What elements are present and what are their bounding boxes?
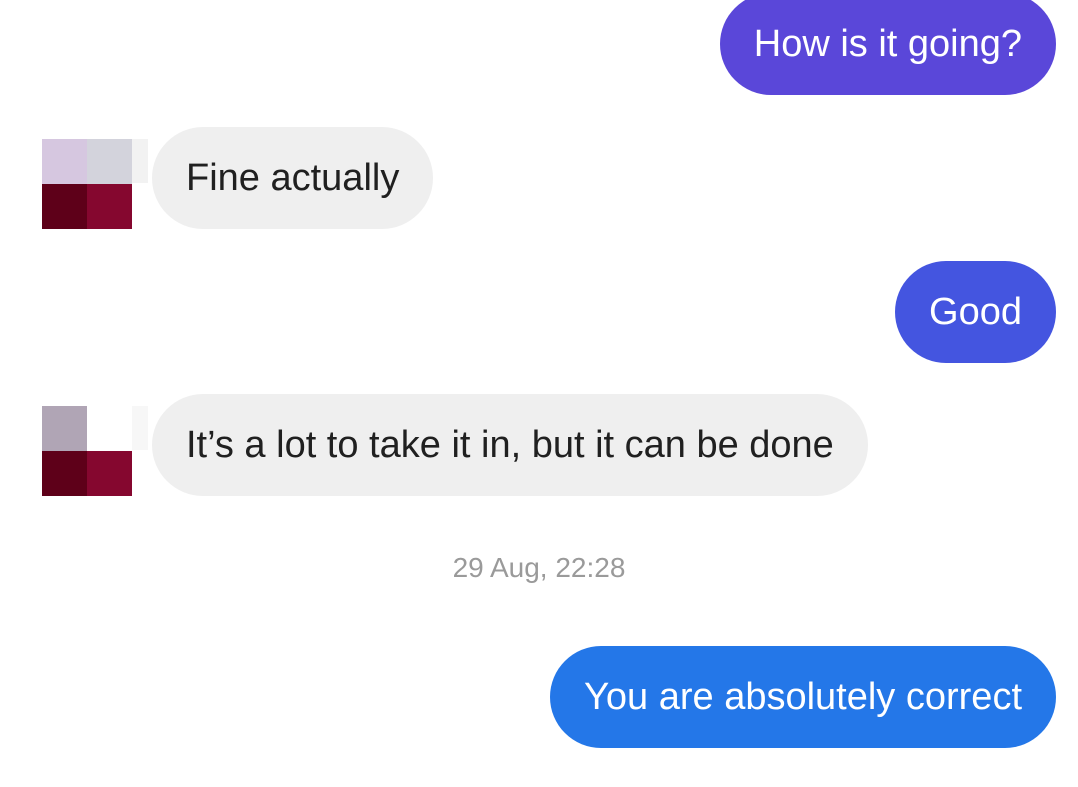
message-text: How is it going? [753,22,1022,65]
message-text: Good [929,290,1022,333]
avatar-edge [132,406,148,450]
message-bubble-outgoing[interactable]: How is it going? [719,0,1056,95]
message-bubble-outgoing[interactable]: Good [895,261,1056,363]
avatar-edge [132,139,148,183]
message-text: It’s a lot to take it in, but it can be … [186,423,834,466]
contact-avatar[interactable] [42,406,132,496]
message-text: Fine actually [186,156,400,199]
message-bubble-outgoing[interactable]: You are absolutely correct [550,646,1056,748]
contact-avatar[interactable] [42,139,132,229]
message-bubble-incoming[interactable]: Fine actually [152,127,434,229]
message-timestamp: 29 Aug, 22:28 [452,552,626,583]
message-text: You are absolutely correct [584,675,1022,718]
message-bubble-incoming[interactable]: It’s a lot to take it in, but it can be … [152,394,868,496]
